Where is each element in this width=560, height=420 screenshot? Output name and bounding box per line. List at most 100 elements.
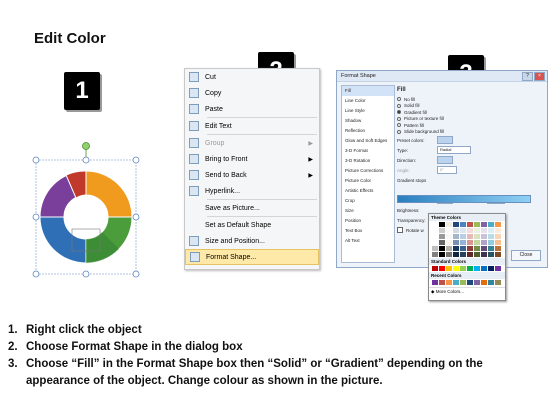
color-swatch[interactable] xyxy=(432,234,438,239)
color-swatch[interactable] xyxy=(446,246,452,251)
angle-input[interactable]: 0° xyxy=(437,166,457,174)
color-swatch[interactable] xyxy=(446,266,452,271)
color-swatch[interactable] xyxy=(439,222,445,227)
color-swatch[interactable] xyxy=(432,246,438,251)
color-swatch[interactable] xyxy=(460,234,466,239)
category-line-style[interactable]: Line Style xyxy=(342,106,394,116)
category-reflection[interactable]: Reflection xyxy=(342,126,394,136)
color-swatch[interactable] xyxy=(432,266,438,271)
color-swatch[interactable] xyxy=(474,280,480,285)
color-swatch[interactable] xyxy=(446,252,452,257)
color-swatch[interactable] xyxy=(432,228,438,233)
color-swatch[interactable] xyxy=(467,240,473,245)
color-swatch[interactable] xyxy=(488,266,494,271)
color-swatch[interactable] xyxy=(481,240,487,245)
color-swatch[interactable] xyxy=(467,234,473,239)
color-swatch[interactable] xyxy=(474,246,480,251)
color-swatch[interactable] xyxy=(467,280,473,285)
category-line-color[interactable]: Line Color xyxy=(342,96,394,106)
color-swatch[interactable] xyxy=(432,222,438,227)
color-swatch[interactable] xyxy=(453,234,459,239)
color-swatch[interactable] xyxy=(467,266,473,271)
menu-item-edit-text[interactable]: Edit Text xyxy=(185,118,319,134)
category-text-box[interactable]: Text Box xyxy=(342,226,394,236)
resize-handle[interactable] xyxy=(132,270,140,278)
color-swatch[interactable] xyxy=(460,280,466,285)
color-swatch[interactable] xyxy=(495,234,501,239)
color-swatch[interactable] xyxy=(474,252,480,257)
color-swatch[interactable] xyxy=(474,222,480,227)
color-swatch[interactable] xyxy=(481,252,487,257)
color-swatch[interactable] xyxy=(467,246,473,251)
color-swatch[interactable] xyxy=(439,228,445,233)
color-swatch[interactable] xyxy=(488,222,494,227)
category-shadow[interactable]: Shadow xyxy=(342,116,394,126)
color-swatch[interactable] xyxy=(481,266,487,271)
color-swatch[interactable] xyxy=(481,222,487,227)
rotate-handle[interactable] xyxy=(82,142,90,150)
type-dropdown[interactable]: Radial xyxy=(437,146,471,154)
menu-item-copy[interactable]: Copy xyxy=(185,85,319,101)
color-swatch[interactable] xyxy=(495,240,501,245)
menu-item-cut[interactable]: Cut xyxy=(185,69,319,85)
category-size[interactable]: Size xyxy=(342,206,394,216)
resize-handle[interactable] xyxy=(32,270,40,278)
resize-handle[interactable] xyxy=(32,213,40,221)
gradient-stops-bar[interactable] xyxy=(397,195,531,203)
close-button[interactable]: Close xyxy=(511,250,541,261)
color-swatch[interactable] xyxy=(460,228,466,233)
color-swatch[interactable] xyxy=(446,228,452,233)
color-swatch[interactable] xyxy=(453,240,459,245)
color-swatch[interactable] xyxy=(439,240,445,245)
color-swatch[interactable] xyxy=(474,234,480,239)
resize-handle[interactable] xyxy=(32,156,40,164)
category-3d-rotation[interactable]: 3-D Rotation xyxy=(342,156,394,166)
color-swatch[interactable] xyxy=(474,240,480,245)
color-swatch[interactable] xyxy=(495,252,501,257)
color-swatch[interactable] xyxy=(460,222,466,227)
color-swatch[interactable] xyxy=(432,280,438,285)
resize-handle[interactable] xyxy=(82,270,90,278)
color-swatch[interactable] xyxy=(460,266,466,271)
color-swatch[interactable] xyxy=(446,240,452,245)
color-swatch[interactable] xyxy=(460,240,466,245)
color-swatch[interactable] xyxy=(460,252,466,257)
menu-item-set-default-shape[interactable]: Set as Default Shape xyxy=(185,217,319,233)
color-swatch[interactable] xyxy=(453,266,459,271)
menu-item-save-as-picture[interactable]: Save as Picture... xyxy=(185,200,319,216)
rotate-checkbox[interactable] xyxy=(397,227,403,233)
color-swatch[interactable] xyxy=(488,228,494,233)
menu-item-format-shape[interactable]: Format Shape... xyxy=(185,249,319,265)
color-swatch[interactable] xyxy=(439,280,445,285)
category-crop[interactable]: Crop xyxy=(342,196,394,206)
menu-item-paste[interactable]: Paste xyxy=(185,101,319,117)
selected-puzzle-donut[interactable] xyxy=(32,140,140,278)
menu-item-hyperlink[interactable]: Hyperlink... xyxy=(185,183,319,199)
direction-dropdown[interactable] xyxy=(437,156,453,164)
resize-handle[interactable] xyxy=(82,156,90,164)
color-swatch[interactable] xyxy=(481,228,487,233)
color-swatch[interactable] xyxy=(446,222,452,227)
category-artistic-effects[interactable]: Artistic Effects xyxy=(342,186,394,196)
color-swatch[interactable] xyxy=(495,222,501,227)
color-swatch[interactable] xyxy=(474,228,480,233)
category-position[interactable]: Position xyxy=(342,216,394,226)
preset-colors-dropdown[interactable] xyxy=(437,136,453,144)
color-swatch[interactable] xyxy=(474,266,480,271)
color-swatch[interactable] xyxy=(453,228,459,233)
color-swatch[interactable] xyxy=(446,234,452,239)
color-swatch[interactable] xyxy=(467,222,473,227)
help-icon[interactable]: ? xyxy=(522,72,533,81)
color-swatch[interactable] xyxy=(460,246,466,251)
color-swatch[interactable] xyxy=(481,246,487,251)
color-swatch[interactable] xyxy=(467,252,473,257)
color-swatch[interactable] xyxy=(488,234,494,239)
color-swatch[interactable] xyxy=(488,246,494,251)
color-swatch[interactable] xyxy=(495,266,501,271)
color-swatch[interactable] xyxy=(488,240,494,245)
resize-handle[interactable] xyxy=(132,213,140,221)
menu-item-send-to-back[interactable]: Send to Back ▶ xyxy=(185,167,319,183)
close-icon[interactable]: × xyxy=(534,72,545,81)
category-fill[interactable]: Fill xyxy=(342,86,394,96)
resize-handle[interactable] xyxy=(132,156,140,164)
